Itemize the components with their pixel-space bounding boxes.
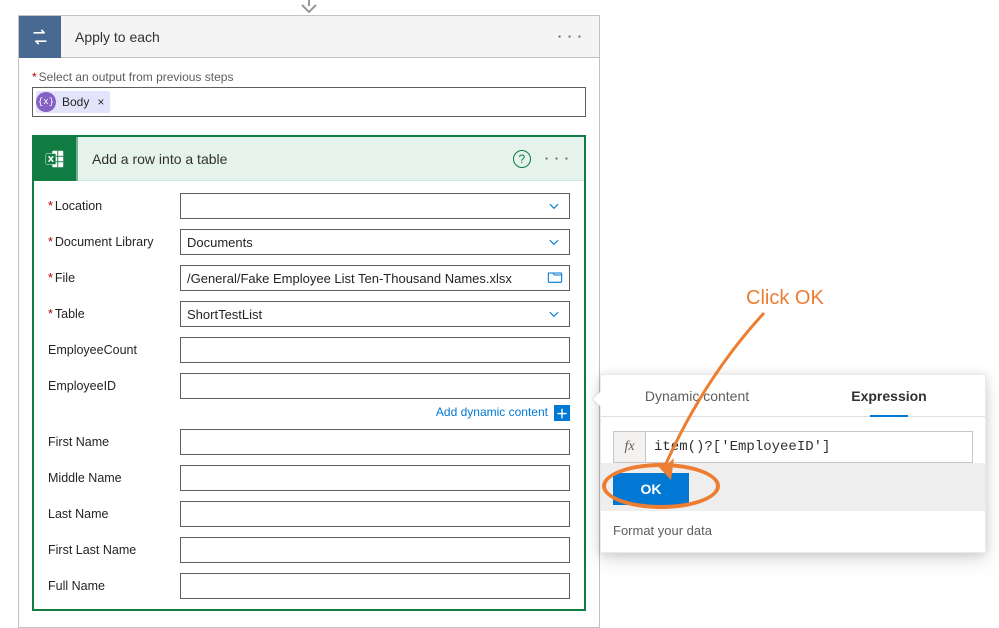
apply-to-each-title: Apply to each	[75, 29, 160, 45]
more-icon[interactable]: · · ·	[545, 151, 570, 166]
form-row-table: *TableShortTestList	[48, 301, 570, 327]
expression-popover: Dynamic content Expression fx item()?['E…	[600, 374, 986, 553]
last-name-field[interactable]	[180, 501, 570, 527]
expression-row: fx item()?['EmployeeID']	[613, 431, 973, 463]
popover-caret-icon	[593, 391, 601, 407]
popover-tabs: Dynamic content Expression	[601, 375, 985, 417]
field-label: *Document Library	[48, 235, 180, 249]
form-row-full-name: Full Name	[48, 573, 570, 599]
form-row-file: *File/General/Fake Employee List Ten-Tho…	[48, 265, 570, 291]
add-dynamic-content-link[interactable]: Add dynamic content	[436, 405, 548, 421]
field-label: *Location	[48, 199, 180, 213]
location-field[interactable]	[180, 193, 570, 219]
remove-token-icon[interactable]: ×	[97, 95, 104, 109]
document-library-field[interactable]: Documents	[180, 229, 570, 255]
field-label: Last Name	[48, 507, 180, 521]
body-token[interactable]: {x} Body ×	[36, 91, 110, 113]
full-name-field[interactable]	[180, 573, 570, 599]
table-field[interactable]: ShortTestList	[180, 301, 570, 327]
add-dynamic-content-plus-icon[interactable]: ＋	[554, 405, 570, 421]
output-from-field[interactable]: {x} Body ×	[32, 87, 586, 117]
fx-badge-icon: fx	[613, 431, 645, 463]
form-row-middle-name: Middle Name	[48, 465, 570, 491]
add-row-into-table-header[interactable]: Add a row into a table ? · · ·	[34, 137, 584, 181]
form-row-employeecount: EmployeeCount	[48, 337, 570, 363]
chevron-down-icon[interactable]	[545, 197, 563, 215]
field-label: EmployeeCount	[48, 343, 180, 357]
apply-to-each-header[interactable]: Apply to each · · ·	[19, 16, 599, 58]
excel-icon	[34, 137, 78, 181]
add-row-into-table-body: *Location *Document LibraryDocuments *File…	[34, 181, 584, 599]
dynamic-content-icon: {x}	[36, 92, 56, 112]
field-label: First Last Name	[48, 543, 180, 557]
field-label: First Name	[48, 435, 180, 449]
field-label: Full Name	[48, 579, 180, 593]
ok-button[interactable]: OK	[613, 473, 689, 505]
apply-to-each-card: Apply to each · · · *Select an output fr…	[18, 15, 600, 628]
employeeid-field[interactable]	[180, 373, 570, 399]
field-label: *Table	[48, 307, 180, 321]
employeecount-field[interactable]	[180, 337, 570, 363]
chevron-down-icon[interactable]	[545, 305, 563, 323]
tab-dynamic-content[interactable]: Dynamic content	[601, 375, 793, 416]
more-icon[interactable]: · · ·	[558, 29, 583, 44]
first-name-field[interactable]	[180, 429, 570, 455]
field-label: EmployeeID	[48, 379, 180, 393]
apply-to-each-icon	[19, 16, 61, 58]
folder-picker-icon[interactable]	[547, 270, 563, 287]
field-label: *File	[48, 271, 180, 285]
output-from-label: *Select an output from previous steps	[32, 70, 586, 84]
form-row-location: *Location	[48, 193, 570, 219]
tab-expression[interactable]: Expression	[793, 375, 985, 416]
form-row-last-name: Last Name	[48, 501, 570, 527]
chevron-down-icon[interactable]	[545, 233, 563, 251]
add-row-into-table-card: Add a row into a table ? · · · *Location…	[32, 135, 586, 611]
help-icon[interactable]: ?	[513, 150, 531, 168]
apply-to-each-body: *Select an output from previous steps {x…	[19, 58, 599, 627]
format-your-data-label: Format your data	[613, 523, 973, 538]
middle-name-field[interactable]	[180, 465, 570, 491]
form-row-employeeid: EmployeeID	[48, 373, 570, 399]
file-field[interactable]: /General/Fake Employee List Ten-Thousand…	[180, 265, 570, 291]
add-dynamic-content-row: Add dynamic content ＋	[48, 405, 570, 421]
field-label: Middle Name	[48, 471, 180, 485]
form-row-document-library: *Document LibraryDocuments	[48, 229, 570, 255]
annotation-click-ok: Click OK	[746, 287, 824, 310]
form-row-first-name: First Name	[48, 429, 570, 455]
expression-input[interactable]: item()?['EmployeeID']	[645, 431, 973, 463]
flow-connector-arrow	[297, 0, 321, 13]
add-row-into-table-title: Add a row into a table	[92, 151, 227, 167]
